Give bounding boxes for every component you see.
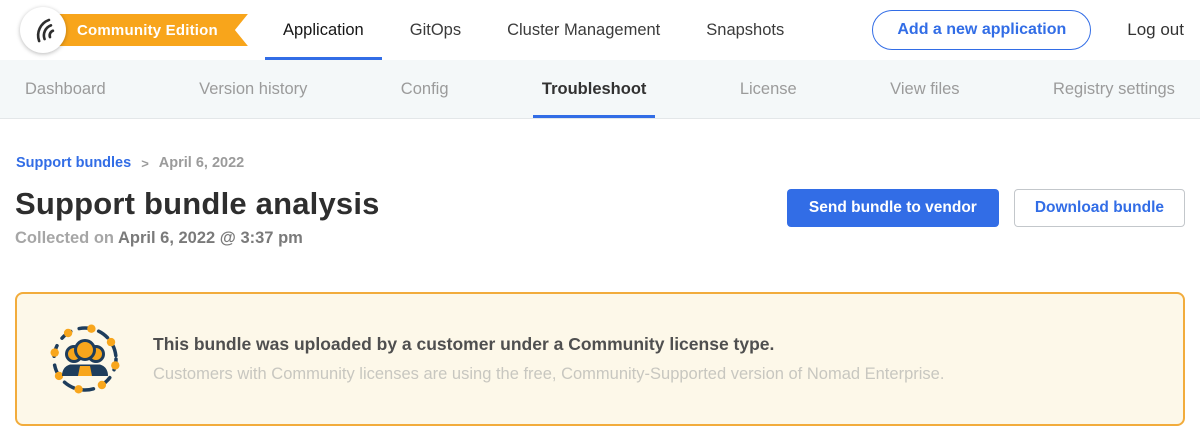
breadcrumb: Support bundles > April 6, 2022 (16, 155, 1184, 171)
collected-prefix: Collected on (15, 229, 118, 247)
subnav-item-registry-settings[interactable]: Registry settings (1053, 60, 1175, 118)
breadcrumb-current: April 6, 2022 (159, 155, 244, 171)
app-subnav: Dashboard Version history Config Trouble… (0, 60, 1200, 119)
replicated-logo-icon (29, 16, 57, 44)
subnav-item-troubleshoot[interactable]: Troubleshoot (542, 60, 647, 118)
tab-cluster-management[interactable]: Cluster Management (489, 0, 678, 60)
collected-timestamp: Collected on April 6, 2022 @ 3:37 pm (15, 229, 380, 248)
send-bundle-to-vendor-button[interactable]: Send bundle to vendor (787, 189, 999, 227)
community-edition-badge: Community Edition (51, 14, 248, 46)
top-tabs: Application GitOps Cluster Management Sn… (265, 0, 802, 60)
subnav-item-license[interactable]: License (740, 60, 797, 118)
notice-text: This bundle was uploaded by a customer u… (153, 334, 944, 384)
brand: Community Edition (20, 7, 248, 53)
subnav-item-dashboard[interactable]: Dashboard (25, 60, 106, 118)
add-new-application-button[interactable]: Add a new application (872, 10, 1091, 50)
notice-heading: This bundle was uploaded by a customer u… (153, 334, 944, 355)
download-bundle-button[interactable]: Download bundle (1014, 189, 1185, 227)
page-title: Support bundle analysis (15, 186, 380, 222)
collected-date: April 6, 2022 @ 3:37 pm (118, 229, 303, 247)
logout-link[interactable]: Log out (1127, 20, 1184, 40)
topnav-right: Add a new application Log out (872, 0, 1184, 60)
page-header: Support bundle analysis Collected on Apr… (15, 186, 1185, 248)
main-content: Support bundles > April 6, 2022 Support … (0, 155, 1200, 426)
community-people-icon (45, 319, 125, 399)
tab-gitops[interactable]: GitOps (392, 0, 479, 60)
community-license-notice: This bundle was uploaded by a customer u… (15, 292, 1185, 426)
page-header-text: Support bundle analysis Collected on Apr… (15, 186, 380, 248)
top-navbar: Community Edition Application GitOps Clu… (0, 0, 1200, 60)
subnav-item-view-files[interactable]: View files (890, 60, 959, 118)
breadcrumb-support-bundles-link[interactable]: Support bundles (16, 155, 131, 171)
replicated-logo[interactable] (20, 7, 66, 53)
bundle-actions: Send bundle to vendor Download bundle (787, 189, 1185, 227)
tab-application[interactable]: Application (265, 0, 382, 60)
breadcrumb-separator: > (141, 156, 149, 171)
notice-body: Customers with Community licenses are us… (153, 365, 944, 384)
tab-snapshots[interactable]: Snapshots (688, 0, 802, 60)
subnav-item-config[interactable]: Config (401, 60, 449, 118)
subnav-item-version-history[interactable]: Version history (199, 60, 307, 118)
